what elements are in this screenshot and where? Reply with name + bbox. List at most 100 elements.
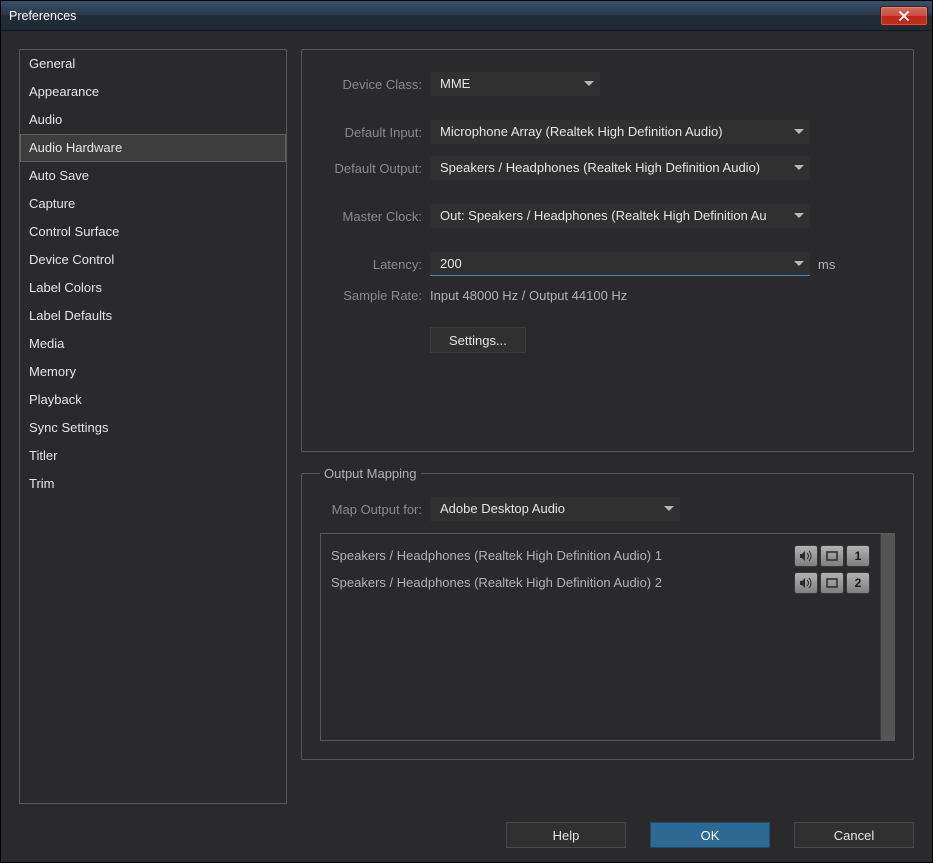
sidebar-item-control-surface[interactable]: Control Surface xyxy=(20,218,286,246)
sidebar-item-label-colors[interactable]: Label Colors xyxy=(20,274,286,302)
sidebar-item-audio[interactable]: Audio xyxy=(20,106,286,134)
sidebar-item-sync-settings[interactable]: Sync Settings xyxy=(20,414,286,442)
latency-unit: ms xyxy=(818,257,835,272)
channel-number-button[interactable]: 1 xyxy=(846,545,870,567)
output-channel-label: Speakers / Headphones (Realtek High Defi… xyxy=(331,575,662,590)
sidebar-item-general[interactable]: General xyxy=(20,50,286,78)
route-button[interactable] xyxy=(820,572,844,594)
speaker-button[interactable] xyxy=(794,572,818,594)
dialog-footer: Help OK Cancel xyxy=(19,804,914,848)
dropdown-text: Microphone Array (Realtek High Definitio… xyxy=(440,124,788,139)
sidebar-item-capture[interactable]: Capture xyxy=(20,190,286,218)
sidebar-item-device-control[interactable]: Device Control xyxy=(20,246,286,274)
dropdown-text: 200 xyxy=(440,256,788,271)
output-mapping-list: Speakers / Headphones (Realtek High Defi… xyxy=(320,533,895,741)
dropdown-text: Adobe Desktop Audio xyxy=(440,501,658,516)
speaker-icon xyxy=(799,550,813,562)
sample-rate-value: Input 48000 Hz / Output 44100 Hz xyxy=(430,288,627,303)
channel-number: 2 xyxy=(855,576,862,590)
chevron-down-icon xyxy=(794,213,804,218)
sidebar-item-audio-hardware[interactable]: Audio Hardware xyxy=(20,134,286,162)
sidebar-item-label: Sync Settings xyxy=(29,420,109,435)
sidebar-item-label: Device Control xyxy=(29,252,114,267)
sidebar-item-label: Audio Hardware xyxy=(29,140,122,155)
output-row-buttons: 1 xyxy=(794,545,870,567)
output-channel-label: Speakers / Headphones (Realtek High Defi… xyxy=(331,548,662,563)
channel-number: 1 xyxy=(855,549,862,563)
output-row-buttons: 2 xyxy=(794,572,870,594)
settings-button[interactable]: Settings... xyxy=(430,327,526,353)
sidebar-item-label: Label Colors xyxy=(29,280,102,295)
button-label: Help xyxy=(553,828,580,843)
chevron-down-icon xyxy=(664,506,674,511)
device-class-label: Device Class: xyxy=(320,77,430,92)
titlebar: Preferences xyxy=(1,1,932,31)
chevron-down-icon xyxy=(794,261,804,266)
dropdown-text: MME xyxy=(440,76,578,91)
sidebar-item-label: Memory xyxy=(29,364,76,379)
channel-number-button[interactable]: 2 xyxy=(846,572,870,594)
cancel-button[interactable]: Cancel xyxy=(794,822,914,848)
output-mapping-group: Output Mapping Map Output for: Adobe Des… xyxy=(301,466,914,760)
sidebar-item-label: Media xyxy=(29,336,64,351)
default-output-dropdown[interactable]: Speakers / Headphones (Realtek High Defi… xyxy=(430,156,810,180)
route-icon xyxy=(825,577,839,589)
sidebar-item-memory[interactable]: Memory xyxy=(20,358,286,386)
close-icon xyxy=(898,11,910,21)
default-input-dropdown[interactable]: Microphone Array (Realtek High Definitio… xyxy=(430,120,810,144)
route-button[interactable] xyxy=(820,545,844,567)
sidebar-item-appearance[interactable]: Appearance xyxy=(20,78,286,106)
sidebar-item-label: Control Surface xyxy=(29,224,119,239)
master-clock-label: Master Clock: xyxy=(320,209,430,224)
default-input-label: Default Input: xyxy=(320,125,430,140)
main-area: General Appearance Audio Audio Hardware … xyxy=(19,49,914,804)
sidebar-item-label: General xyxy=(29,56,75,71)
window-title: Preferences xyxy=(1,9,76,23)
sample-rate-label: Sample Rate: xyxy=(320,288,430,303)
button-label: Cancel xyxy=(834,828,874,843)
speaker-icon xyxy=(799,577,813,589)
preferences-window: Preferences General Appearance Audio Aud… xyxy=(0,0,933,863)
ok-button[interactable]: OK xyxy=(650,822,770,848)
latency-dropdown[interactable]: 200 xyxy=(430,252,810,276)
close-button[interactable] xyxy=(880,6,928,26)
chevron-down-icon xyxy=(794,165,804,170)
output-mapping-items: Speakers / Headphones (Realtek High Defi… xyxy=(321,534,880,740)
content-area: Device Class: MME Default Input: xyxy=(301,49,914,804)
sidebar-item-label: Auto Save xyxy=(29,168,89,183)
output-list-scrollbar[interactable] xyxy=(880,534,894,740)
dropdown-text: Speakers / Headphones (Realtek High Defi… xyxy=(440,160,788,175)
output-row: Speakers / Headphones (Realtek High Defi… xyxy=(331,542,870,569)
device-class-dropdown[interactable]: MME xyxy=(430,72,600,96)
dialog-body: General Appearance Audio Audio Hardware … xyxy=(1,31,932,862)
audio-hardware-group: Device Class: MME Default Input: xyxy=(301,49,914,452)
speaker-button[interactable] xyxy=(794,545,818,567)
sidebar-item-label-defaults[interactable]: Label Defaults xyxy=(20,302,286,330)
sidebar-item-media[interactable]: Media xyxy=(20,330,286,358)
chevron-down-icon xyxy=(584,81,594,86)
map-output-for-dropdown[interactable]: Adobe Desktop Audio xyxy=(430,497,680,521)
sidebar-item-label: Appearance xyxy=(29,84,99,99)
output-mapping-legend: Output Mapping xyxy=(320,466,421,481)
button-label: OK xyxy=(701,828,720,843)
chevron-down-icon xyxy=(794,129,804,134)
sidebar-item-label: Trim xyxy=(29,476,55,491)
dropdown-text: Out: Speakers / Headphones (Realtek High… xyxy=(440,208,788,223)
route-icon xyxy=(825,550,839,562)
category-sidebar: General Appearance Audio Audio Hardware … xyxy=(19,49,287,804)
sidebar-item-label: Capture xyxy=(29,196,75,211)
sidebar-item-label: Playback xyxy=(29,392,82,407)
sidebar-item-trim[interactable]: Trim xyxy=(20,470,286,498)
sidebar-item-auto-save[interactable]: Auto Save xyxy=(20,162,286,190)
default-output-label: Default Output: xyxy=(320,161,430,176)
output-row: Speakers / Headphones (Realtek High Defi… xyxy=(331,569,870,596)
master-clock-dropdown[interactable]: Out: Speakers / Headphones (Realtek High… xyxy=(430,204,810,228)
sidebar-item-label: Label Defaults xyxy=(29,308,112,323)
sidebar-item-label: Titler xyxy=(29,448,57,463)
sidebar-item-label: Audio xyxy=(29,112,62,127)
button-label: Settings... xyxy=(449,333,507,348)
help-button[interactable]: Help xyxy=(506,822,626,848)
sidebar-item-titler[interactable]: Titler xyxy=(20,442,286,470)
sidebar-item-playback[interactable]: Playback xyxy=(20,386,286,414)
latency-label: Latency: xyxy=(320,257,430,272)
